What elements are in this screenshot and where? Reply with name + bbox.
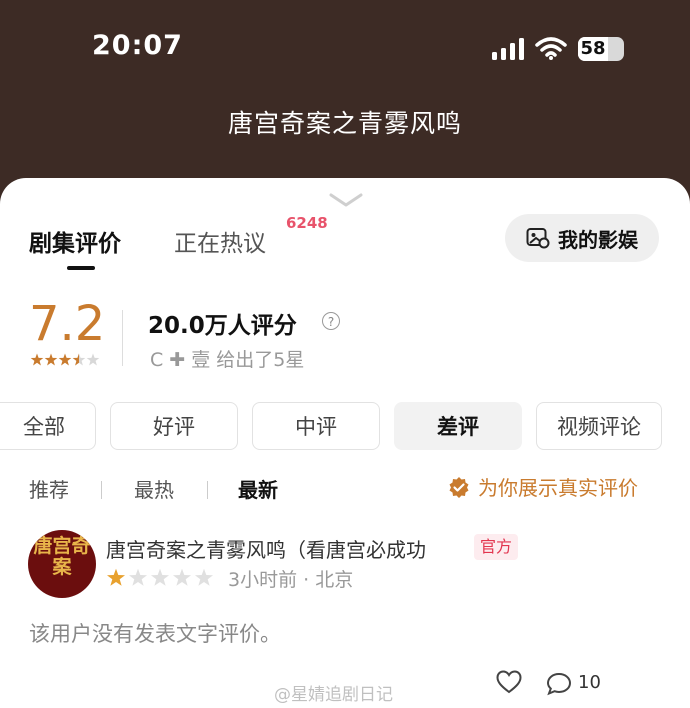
sort-divider xyxy=(207,481,208,499)
signal-icon xyxy=(492,38,524,60)
official-badge: 官方 xyxy=(474,534,519,560)
tab-series-review[interactable]: 剧集评价 xyxy=(29,224,121,258)
rating-score: 7.2 xyxy=(29,296,106,352)
filter-medium[interactable]: 中评 xyxy=(252,402,380,450)
sort-hottest[interactable]: 最热 xyxy=(134,474,174,503)
filter-all[interactable]: 全部 xyxy=(0,402,96,450)
filter-video[interactable]: 视频评论 xyxy=(536,402,662,450)
review-meta: 3小时前 · 北京 xyxy=(228,569,354,591)
film-icon xyxy=(526,228,550,249)
avatar[interactable]: 唐宫奇案 xyxy=(28,530,96,598)
tab-hot-discussion[interactable]: 正在热议 xyxy=(174,224,266,258)
comment-count: 10 xyxy=(578,672,601,693)
sort-newest[interactable]: 最新 xyxy=(238,474,278,503)
rating-divider xyxy=(122,310,123,366)
sort-divider xyxy=(101,481,102,499)
review-sheet: 剧集评价 正在热议 6248 我的影娱 7.2 20.0万人评分 ? C ✚ 壹… xyxy=(0,178,690,708)
filter-good[interactable]: 好评 xyxy=(110,402,238,450)
page-title: 唐宫奇案之青雾风鸣 xyxy=(227,109,462,138)
sort-recommended[interactable]: 推荐 xyxy=(29,474,69,503)
status-bar: 20:07 58 唐宫奇案之青雾风鸣 xyxy=(0,0,690,138)
review-stars xyxy=(107,568,213,586)
chevron-down-icon[interactable] xyxy=(328,192,364,208)
my-entertainment-button[interactable]: 我的影娱 xyxy=(505,214,659,262)
review-content: 该用户没有发表文字评价。 xyxy=(29,622,281,646)
status-time: 20:07 xyxy=(92,30,183,61)
review-username[interactable]: 唐宫奇案之青雾风鸣（看唐宫必成功 xyxy=(106,534,426,563)
battery-icon: 58 xyxy=(578,37,624,61)
verified-badge-icon xyxy=(449,476,469,498)
my-entertainment-label: 我的影娱 xyxy=(558,227,638,252)
filter-bad[interactable]: 差评 xyxy=(394,402,522,450)
comment-icon[interactable] xyxy=(546,672,572,696)
watermark: @星婧追剧日记 xyxy=(274,685,393,705)
friend-rating-note: C ✚ 壹 给出了5星 xyxy=(150,349,305,371)
tab-active-indicator xyxy=(67,266,95,270)
rating-count: 20.0万人评分 xyxy=(148,313,297,339)
heart-icon[interactable] xyxy=(496,670,522,694)
battery-level: 58 xyxy=(578,37,608,61)
hot-discussion-badge: 6248 xyxy=(286,214,328,232)
real-reviews-note[interactable]: 为你展示真实评价 xyxy=(448,472,638,501)
help-icon[interactable]: ? xyxy=(322,312,340,330)
rating-stars xyxy=(30,353,100,366)
wifi-icon xyxy=(535,37,567,60)
real-reviews-label: 为你展示真实评价 xyxy=(478,476,638,500)
avatar-logo-text: 唐宫奇案 xyxy=(33,535,91,578)
